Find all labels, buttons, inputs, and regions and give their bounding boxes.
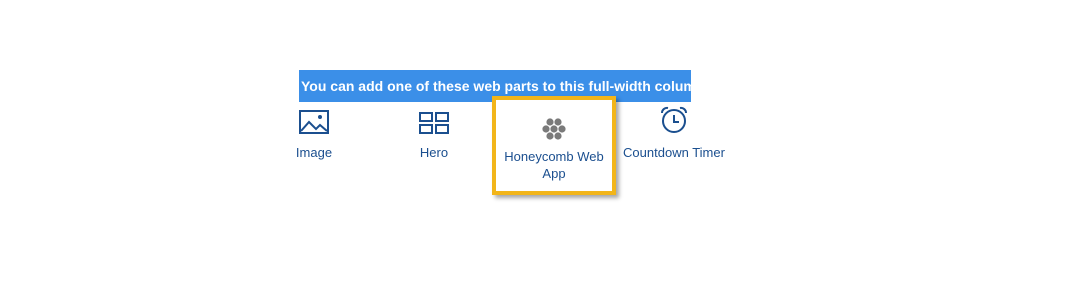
webpart-countdown-timer[interactable]: Countdown Timer	[614, 100, 734, 192]
webpart-honeycomb-web-app[interactable]: Honeycomb Web App	[492, 96, 616, 195]
image-icon	[294, 102, 334, 134]
webpart-label: Honeycomb Web App	[504, 149, 604, 181]
hero-layout-icon	[414, 102, 454, 134]
alarm-clock-icon	[654, 102, 694, 134]
webpart-label: Hero	[419, 145, 449, 160]
webpart-image[interactable]: Image	[254, 100, 374, 192]
header-text: You can add one of these web parts to th…	[301, 78, 705, 94]
webpart-label: Image	[295, 145, 333, 160]
honeycomb-icon	[534, 108, 574, 140]
webpart-hero[interactable]: Hero	[374, 100, 494, 192]
webpart-label: Countdown Timer	[623, 145, 725, 160]
